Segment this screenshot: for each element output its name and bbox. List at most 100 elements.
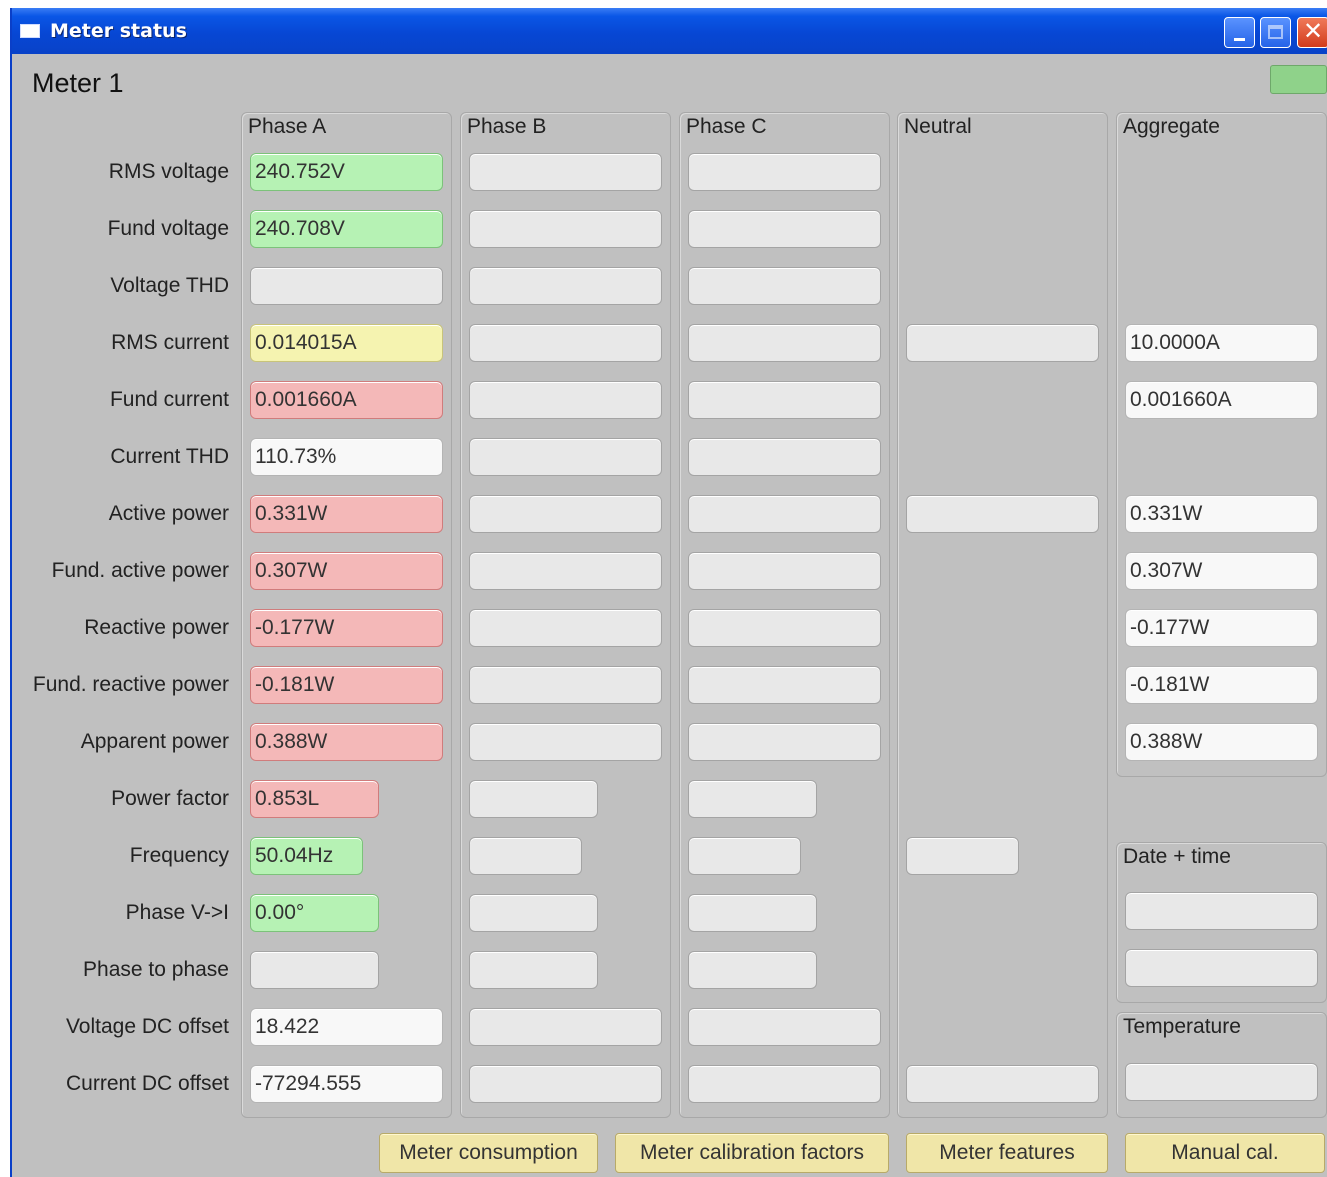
group-neutral: Neutral [897, 112, 1108, 1118]
phase-a-active-power-field: 0.331W [250, 495, 443, 533]
phase-a-rms-voltage-field: 240.752V [250, 153, 443, 191]
row-label-current-dc-offset: Current DC offset [65, 1072, 229, 1095]
phase-c-fund-active-power-field [688, 552, 881, 590]
aggregate-active-power-field: 0.331W [1125, 495, 1318, 533]
row-label-reactive-power: Reactive power [84, 616, 229, 639]
phase-b-rms-voltage-field [469, 153, 662, 191]
phase-c-fund-current-field [688, 381, 881, 419]
window-title: Meter status [50, 20, 187, 42]
close-button[interactable]: ✕ [1297, 17, 1327, 48]
row-label-active-power: Active power [108, 502, 229, 525]
group-label-date-time: Date + time [1123, 845, 1231, 868]
phase-c-rms-current-field [688, 324, 881, 362]
group-label-phase-a: Phase A [248, 115, 327, 138]
phase-a-current-thd-field: 110.73% [250, 438, 443, 476]
row-label-rms-voltage: RMS voltage [108, 160, 229, 183]
phase-a-fund-voltage-field: 240.708V [250, 210, 443, 248]
row-label-rms-current: RMS current [111, 331, 229, 354]
meter-title: Meter 1 [32, 68, 124, 98]
phase-b-current-thd-field [469, 438, 662, 476]
phase-c-fund-voltage-field [688, 210, 881, 248]
phase-b-active-power-field [469, 495, 662, 533]
group-label-phase-c: Phase C [686, 115, 767, 138]
phase-c-phase-to-phase-field [688, 951, 817, 989]
row-label-fund-reactive-power: Fund. reactive power [32, 673, 229, 696]
date-field [1125, 892, 1318, 930]
row-label-current-thd: Current THD [110, 445, 229, 468]
phase-a-reactive-power-field: -0.177W [250, 609, 443, 647]
phase-c-voltage-dc-offset-field [688, 1008, 881, 1046]
phase-c-rms-voltage-field [688, 153, 881, 191]
neutral-active-power-field [906, 495, 1099, 533]
phase-b-fund-active-power-field [469, 552, 662, 590]
phase-b-current-dc-offset-field [469, 1065, 662, 1103]
neutral-rms-current-field [906, 324, 1099, 362]
phase-a-fund-reactive-power-field: -0.181W [250, 666, 443, 704]
time-field [1125, 949, 1318, 987]
meter-consumption-button[interactable]: Meter consumption [379, 1133, 598, 1173]
phase-a-phase-v-i-field: 0.00° [250, 894, 379, 932]
phase-c-power-factor-field [688, 780, 817, 818]
phase-c-frequency-field [688, 837, 801, 875]
meter-status-indicator [1270, 65, 1327, 94]
phase-b-voltage-dc-offset-field [469, 1008, 662, 1046]
row-label-phase-v-i: Phase V->I [125, 901, 229, 924]
phase-c-apparent-power-field [688, 723, 881, 761]
phase-a-fund-current-field: 0.001660A [250, 381, 443, 419]
phase-b-fund-reactive-power-field [469, 666, 662, 704]
title-bar[interactable]: Meter status ✕ [12, 8, 1327, 54]
aggregate-fund-active-power-field: 0.307W [1125, 552, 1318, 590]
group-label-phase-b: Phase B [467, 115, 547, 138]
row-label-frequency: Frequency [129, 844, 229, 867]
phase-a-apparent-power-field: 0.388W [250, 723, 443, 761]
meter-status-window: Meter status ✕ Meter 1 Phase A Phase B P… [10, 8, 1327, 1177]
close-icon: ✕ [1302, 18, 1324, 45]
phase-c-fund-reactive-power-field [688, 666, 881, 704]
phase-c-current-thd-field [688, 438, 881, 476]
phase-a-phase-to-phase-field [250, 951, 379, 989]
phase-b-reactive-power-field [469, 609, 662, 647]
row-label-fund-current: Fund current [109, 388, 229, 411]
maximize-icon [1268, 25, 1283, 39]
minimize-button[interactable] [1224, 17, 1255, 48]
phase-b-fund-voltage-field [469, 210, 662, 248]
neutral-frequency-field [906, 837, 1019, 875]
phase-c-active-power-field [688, 495, 881, 533]
row-label-phase-to-phase: Phase to phase [83, 958, 229, 981]
meter-features-button[interactable]: Meter features [906, 1133, 1108, 1173]
phase-b-power-factor-field [469, 780, 598, 818]
phase-a-frequency-field: 50.04Hz [250, 837, 363, 875]
group-label-neutral: Neutral [904, 115, 972, 138]
phase-a-rms-current-field: 0.014015A [250, 324, 443, 362]
maximize-button[interactable] [1260, 17, 1291, 48]
manual-cal-button[interactable]: Manual cal. [1125, 1133, 1325, 1173]
phase-b-phase-to-phase-field [469, 951, 598, 989]
group-label-aggregate: Aggregate [1123, 115, 1220, 138]
row-label-voltage-dc-offset: Voltage DC offset [65, 1015, 229, 1038]
aggregate-fund-current-field: 0.001660A [1125, 381, 1318, 419]
phase-a-voltage-thd-field [250, 267, 443, 305]
minimize-icon [1234, 38, 1245, 41]
group-label-temperature: Temperature [1123, 1015, 1241, 1038]
aggregate-fund-reactive-power-field: -0.181W [1125, 666, 1318, 704]
row-label-voltage-thd: Voltage THD [110, 274, 229, 297]
meter-calibration-factors-button[interactable]: Meter calibration factors [615, 1133, 889, 1173]
phase-c-phase-v-i-field [688, 894, 817, 932]
window-icon [20, 24, 40, 38]
aggregate-rms-current-field: 10.0000A [1125, 324, 1318, 362]
phase-b-phase-v-i-field [469, 894, 598, 932]
phase-a-fund-active-power-field: 0.307W [250, 552, 443, 590]
phase-c-voltage-thd-field [688, 267, 881, 305]
phase-a-power-factor-field: 0.853L [250, 780, 379, 818]
phase-b-fund-current-field [469, 381, 662, 419]
temperature-field [1125, 1063, 1318, 1101]
phase-c-reactive-power-field [688, 609, 881, 647]
row-label-fund-active-power: Fund. active power [51, 559, 229, 582]
neutral-current-dc-offset-field [906, 1065, 1099, 1103]
aggregate-reactive-power-field: -0.177W [1125, 609, 1318, 647]
row-label-apparent-power: Apparent power [80, 730, 229, 753]
phase-a-voltage-dc-offset-field: 18.422 [250, 1008, 443, 1046]
row-label-power-factor: Power factor [111, 787, 229, 810]
row-label-fund-voltage: Fund voltage [107, 217, 229, 240]
phase-c-current-dc-offset-field [688, 1065, 881, 1103]
